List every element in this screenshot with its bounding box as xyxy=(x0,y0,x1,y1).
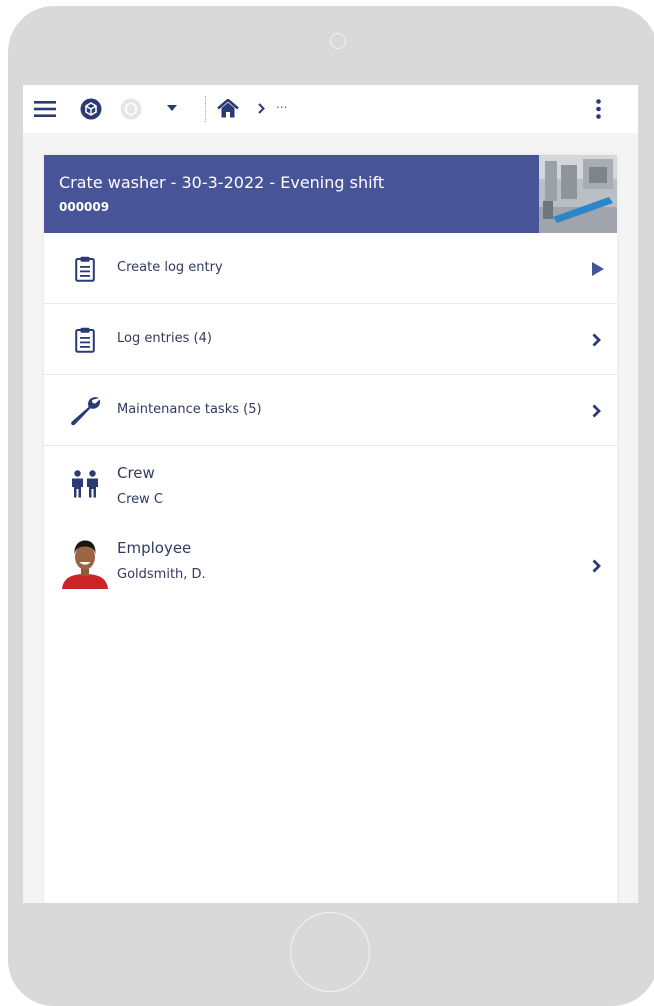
clipboard-icon xyxy=(60,249,110,289)
wrench-icon xyxy=(60,391,110,431)
log-entries-label: Log entries (4) xyxy=(117,331,212,346)
maintenance-tasks-row[interactable]: Maintenance tasks (5) xyxy=(44,375,617,446)
screen: ... Crate washer - 30-3-2022 - Evening s… xyxy=(23,85,638,903)
home-icon[interactable] xyxy=(216,97,240,119)
breadcrumb-ellipsis[interactable]: ... xyxy=(276,97,287,111)
create-log-entry-row[interactable]: Create log entry xyxy=(44,233,617,304)
machine-photo[interactable] xyxy=(539,155,617,233)
maintenance-tasks-label: Maintenance tasks (5) xyxy=(117,402,262,417)
log-entries-row[interactable]: Log entries (4) xyxy=(44,304,617,375)
top-toolbar: ... xyxy=(23,85,638,133)
employee-title: Employee xyxy=(117,539,192,557)
crew-value: Crew C xyxy=(117,492,163,507)
camera-icon xyxy=(330,33,346,49)
chevron-right-icon xyxy=(592,558,601,577)
crew-property: Crew Crew C xyxy=(44,450,617,530)
crew-title: Crew xyxy=(117,464,155,482)
employee-property[interactable]: Employee Goldsmith, D. xyxy=(44,525,617,605)
avatar xyxy=(60,537,110,589)
people-icon xyxy=(60,464,110,504)
record-code: 000009 xyxy=(59,200,110,214)
cube-badge-icon[interactable] xyxy=(80,98,102,120)
device-home-button[interactable] xyxy=(290,912,370,992)
toolbar-divider xyxy=(205,96,206,122)
hamburger-icon[interactable] xyxy=(33,98,57,120)
chevron-right-icon xyxy=(592,403,601,422)
disabled-cube-icon xyxy=(120,98,142,120)
caret-down-icon[interactable] xyxy=(165,101,179,115)
employee-value: Goldsmith, D. xyxy=(117,567,206,582)
triangle-right-icon xyxy=(592,261,604,280)
card-header: Crate washer - 30-3-2022 - Evening shift… xyxy=(44,155,617,233)
create-log-entry-label: Create log entry xyxy=(117,260,223,275)
tablet-frame: ... Crate washer - 30-3-2022 - Evening s… xyxy=(8,6,654,1006)
chevron-right-icon xyxy=(592,332,601,351)
clipboard-icon xyxy=(60,320,110,360)
detail-card: Crate washer - 30-3-2022 - Evening shift… xyxy=(44,155,617,903)
breadcrumb-separator-icon xyxy=(256,101,266,115)
kebab-vertical-icon[interactable] xyxy=(591,97,605,121)
page-title: Crate washer - 30-3-2022 - Evening shift xyxy=(59,173,385,192)
